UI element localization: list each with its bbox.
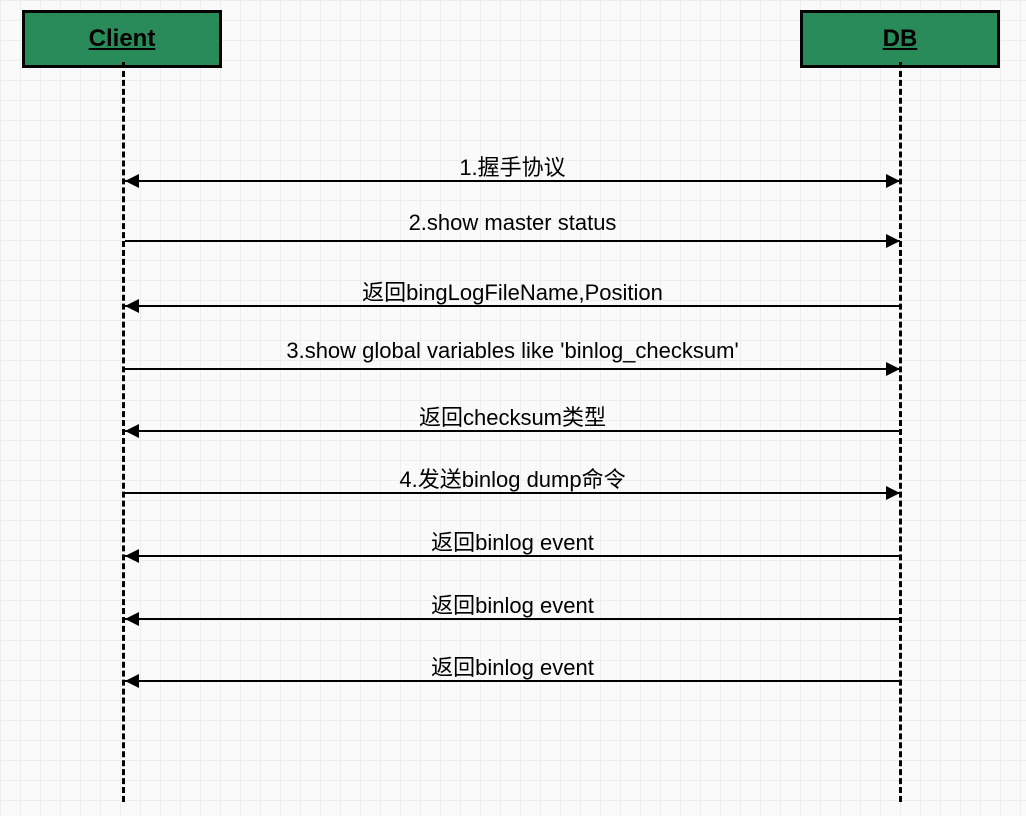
message-label-6: 返回binlog event [125,525,900,557]
arrow-head-right-icon [886,486,900,500]
message-label-5: 4.发送binlog dump命令 [125,462,900,494]
message-arrow-7 [125,618,900,620]
arrow-head-left-icon [125,674,139,688]
message-arrow-0 [125,180,900,182]
participant-db-label: DB [883,25,918,52]
message-arrow-3 [125,368,900,370]
participant-client-label: Client [89,25,156,52]
message-arrow-1 [125,240,900,242]
message-label-0: 1.握手协议 [125,150,900,182]
message-arrow-8 [125,680,900,682]
message-label-1: 2.show master status [125,210,900,236]
arrow-head-right-icon [886,234,900,248]
arrow-head-left-icon [125,612,139,626]
message-arrow-4 [125,430,900,432]
message-arrow-5 [125,492,900,494]
participant-db: DB [800,10,1000,68]
message-label-3: 3.show global variables like 'binlog_che… [125,338,900,364]
arrow-head-left-icon [125,174,139,188]
message-label-8: 返回binlog event [125,650,900,682]
message-arrow-6 [125,555,900,557]
arrow-head-left-icon [125,299,139,313]
message-label-2: 返回bingLogFileName,Position [125,275,900,307]
arrow-head-left-icon [125,549,139,563]
message-label-7: 返回binlog event [125,588,900,620]
arrow-head-right-icon [886,174,900,188]
arrow-head-left-icon [125,424,139,438]
message-label-4: 返回checksum类型 [125,400,900,432]
participant-client: Client [22,10,222,68]
message-arrow-2 [125,305,900,307]
arrow-head-right-icon [886,362,900,376]
